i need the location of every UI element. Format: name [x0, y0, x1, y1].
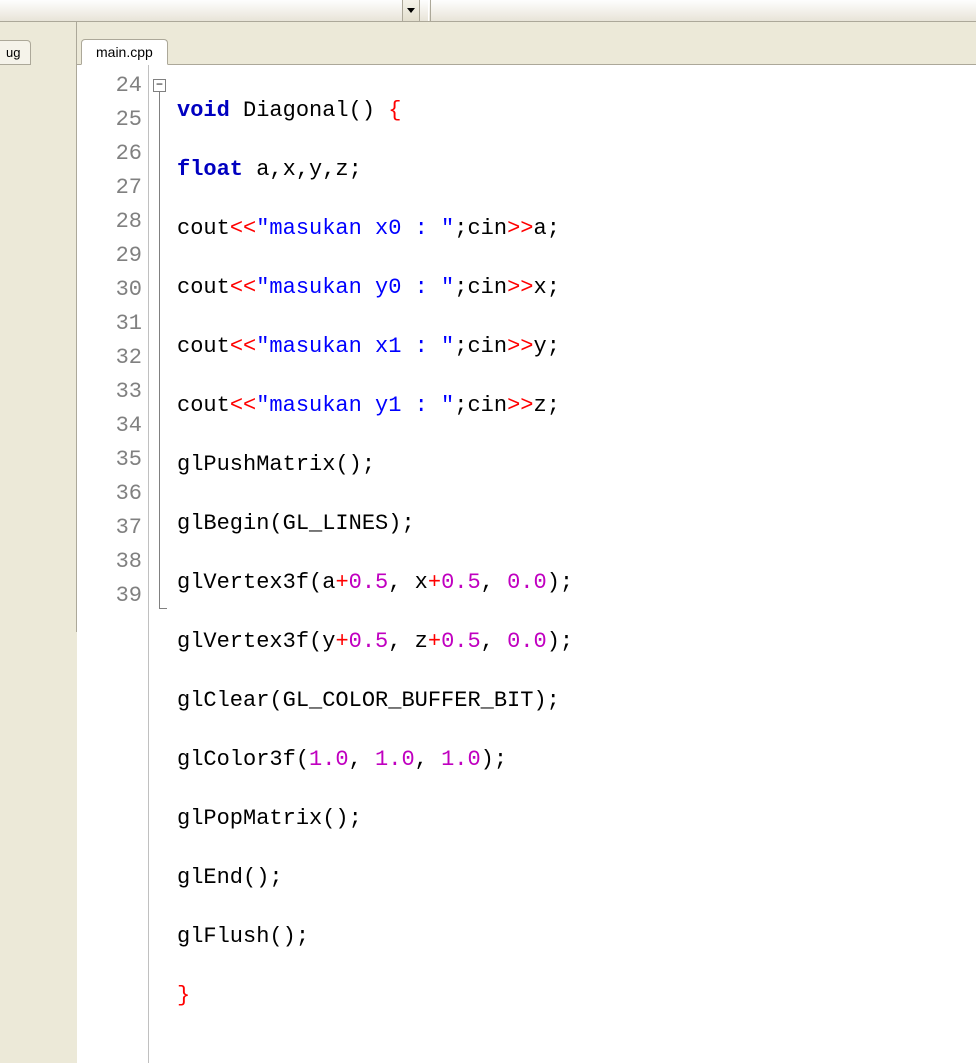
- dropdown-button[interactable]: [402, 0, 420, 21]
- line-number: 27: [77, 171, 148, 205]
- code-line: cout<<"masukan y1 : ";cin>>z;: [177, 389, 976, 423]
- fold-guide-end: [159, 608, 167, 609]
- code-line: glColor3f(1.0, 1.0, 1.0);: [177, 743, 976, 777]
- code-line: }: [177, 979, 976, 1013]
- code-line: cout<<"masukan x1 : ";cin>>y;: [177, 330, 976, 364]
- toolbar: [0, 0, 976, 22]
- line-number: 34: [77, 409, 148, 443]
- line-number: 36: [77, 477, 148, 511]
- line-number: 24: [77, 69, 148, 103]
- left-panel: ug: [0, 22, 77, 632]
- code-line: glPopMatrix();: [177, 802, 976, 836]
- line-number: 37: [77, 511, 148, 545]
- fold-column: −: [149, 65, 173, 1063]
- line-number: 31: [77, 307, 148, 341]
- file-tab-main[interactable]: main.cpp: [81, 39, 168, 65]
- code-line: glBegin(GL_LINES);: [177, 507, 976, 541]
- line-number: 26: [77, 137, 148, 171]
- line-number: 39: [77, 579, 148, 613]
- line-number: 28: [77, 205, 148, 239]
- code-area[interactable]: void Diagonal() { float a,x,y,z; cout<<"…: [173, 65, 976, 1063]
- line-number: 30: [77, 273, 148, 307]
- code-line: cout<<"masukan y0 : ";cin>>x;: [177, 271, 976, 305]
- code-line: cout<<"masukan x0 : ";cin>>a;: [177, 212, 976, 246]
- code-line: void Diagonal() {: [177, 94, 976, 128]
- code-line: glFlush();: [177, 920, 976, 954]
- line-number: 25: [77, 103, 148, 137]
- code-line: glVertex3f(a+0.5, x+0.5, 0.0);: [177, 566, 976, 600]
- line-number: 33: [77, 375, 148, 409]
- tab-bar: main.cpp: [77, 22, 976, 64]
- chevron-down-icon: [407, 8, 415, 13]
- fold-toggle[interactable]: −: [153, 79, 166, 92]
- code-line: float a,x,y,z;: [177, 153, 976, 187]
- editor-panel: main.cpp 24 25 26 27 28 29 30 31 32 33 3…: [77, 22, 976, 632]
- line-number: 32: [77, 341, 148, 375]
- fold-guide: [159, 92, 160, 608]
- code-line: glVertex3f(y+0.5, z+0.5, 0.0);: [177, 625, 976, 659]
- line-number: 35: [77, 443, 148, 477]
- left-tab-partial[interactable]: ug: [0, 40, 31, 65]
- line-number: 38: [77, 545, 148, 579]
- line-number: 29: [77, 239, 148, 273]
- code-line: glClear(GL_COLOR_BUFFER_BIT);: [177, 684, 976, 718]
- code-line: glEnd();: [177, 861, 976, 895]
- code-line: glPushMatrix();: [177, 448, 976, 482]
- editor-container: 24 25 26 27 28 29 30 31 32 33 34 35 36 3…: [77, 64, 976, 1063]
- toolbar-divider: [428, 0, 431, 21]
- main-area: ug main.cpp 24 25 26 27 28 29 30 31 32 3…: [0, 22, 976, 632]
- line-number-gutter: 24 25 26 27 28 29 30 31 32 33 34 35 36 3…: [77, 65, 149, 1063]
